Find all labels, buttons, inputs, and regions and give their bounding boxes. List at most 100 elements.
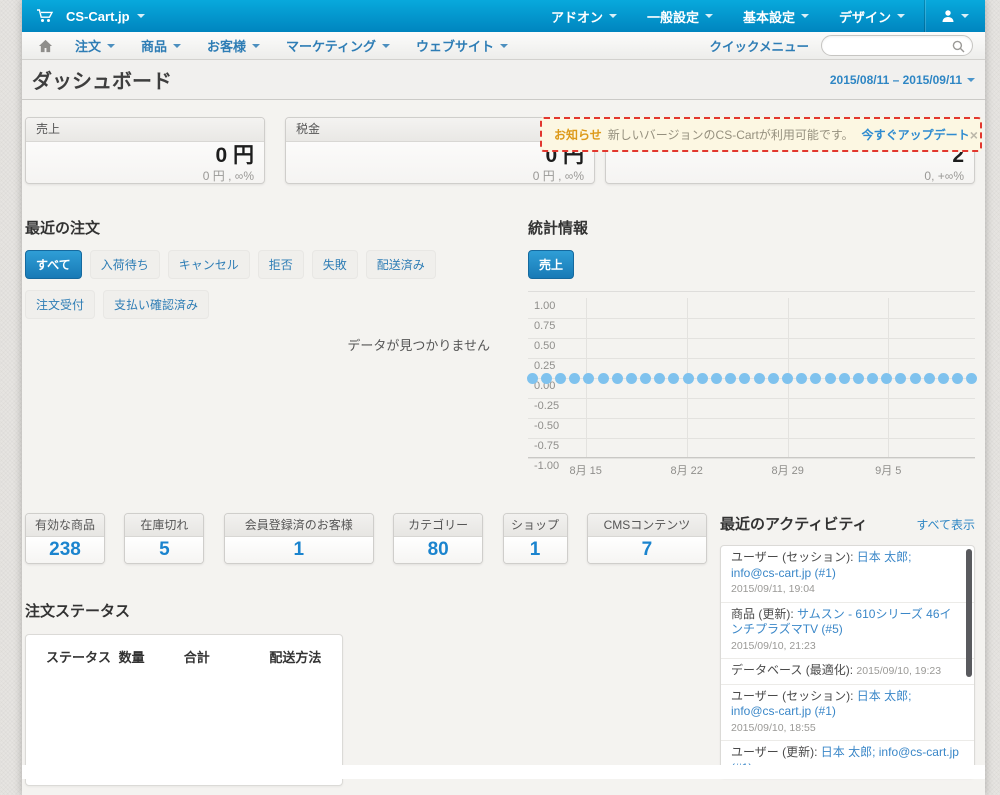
y-tick-label: 0.50 xyxy=(534,340,556,352)
filter-button[interactable]: 入荷待ち xyxy=(89,250,160,279)
x-tick-label: 8月 15 xyxy=(569,465,602,477)
user-icon xyxy=(942,10,954,22)
nav-item-label: お客様 xyxy=(207,39,247,54)
close-icon[interactable]: × xyxy=(970,127,978,143)
topbar-menu[interactable]: デザイン xyxy=(824,0,920,32)
data-point xyxy=(895,373,907,384)
topbar-menu-label: 一般設定 xyxy=(646,9,699,25)
notification-label: お知らせ xyxy=(554,128,602,142)
subnav-right: クイックメニュー xyxy=(709,35,973,56)
topbar-menus: アドオン 一般設定 基本設定 デザイン xyxy=(536,0,920,32)
nav-item-label: 注文 xyxy=(75,39,102,54)
order-filters: すべて 入荷待ち キャンセル 拒否 失敗 配送済み注文受付 支払い確認済み xyxy=(25,250,499,319)
data-point xyxy=(711,373,723,384)
recent-orders-title: 最近の注文 xyxy=(25,220,101,237)
counter-value[interactable]: 1 xyxy=(503,537,567,563)
gridline xyxy=(528,358,975,359)
nav-item[interactable]: 注文 xyxy=(62,32,128,60)
order-status-title: 注文ステータス xyxy=(25,603,131,620)
data-point xyxy=(668,373,680,384)
scrollbar-thumb[interactable] xyxy=(966,549,972,677)
counter-value[interactable]: 1 xyxy=(224,537,373,563)
data-point xyxy=(611,373,623,384)
caret-down-icon xyxy=(500,43,509,48)
gridline xyxy=(528,338,975,339)
counter-value[interactable]: 5 xyxy=(125,537,204,563)
chart-x-axis: 8月 15 8月 22 8月 29 9月 5 xyxy=(528,462,975,478)
nav-item[interactable]: ウェブサイト xyxy=(403,32,521,60)
store-switcher[interactable]: CS-Cart.jp xyxy=(66,9,145,24)
y-tick-label: 1.00 xyxy=(534,300,556,312)
nav-item-label: マーケティング xyxy=(286,39,377,54)
home-button[interactable] xyxy=(38,39,53,53)
caret-down-icon xyxy=(897,14,905,18)
counter-title: ショップ xyxy=(503,514,567,537)
filter-button[interactable]: 失敗 xyxy=(311,250,358,279)
data-point xyxy=(852,373,864,384)
cart-icon xyxy=(37,9,54,22)
dashboard-content: 売上 0 円 0 円 , ∞% 税金 0 円 0 円 , ∞% 2 0, +∞% xyxy=(22,100,985,786)
update-now-link[interactable]: 今すぐアップデート xyxy=(862,126,970,143)
data-point xyxy=(654,373,666,384)
data-point xyxy=(966,373,978,384)
nav-item-label: 商品 xyxy=(141,39,168,54)
gridline xyxy=(528,398,975,399)
counter-title: 会員登録済のお客様 xyxy=(224,514,373,537)
counter-title: CMSコンテンツ xyxy=(587,514,706,537)
filter-button[interactable]: 拒否 xyxy=(257,250,304,279)
topbar-menu[interactable]: アドオン xyxy=(536,0,632,32)
topbar-menu-label: アドオン xyxy=(550,9,603,25)
data-point xyxy=(881,373,893,384)
user-menu[interactable] xyxy=(925,0,985,32)
filter-button[interactable]: キャンセル xyxy=(167,250,250,279)
notification-message: 新しいバージョンのCS-Cartが利用可能です。 xyxy=(607,128,854,142)
quick-menu-link[interactable]: クイックメニュー xyxy=(709,36,809,55)
activity-item: 商品 (更新): サムスン - 610シリーズ 46インチプラズマTV (#5)… xyxy=(721,603,974,659)
filter-button[interactable]: 注文受付 xyxy=(25,290,96,319)
data-point xyxy=(796,373,808,384)
counters-row: 有効な商品 238 在庫切れ 5 会員登録済のお客様 1 カテゴリー 80 ショップ 1 CMSコン… xyxy=(25,513,707,564)
data-point xyxy=(767,373,779,384)
data-point xyxy=(781,373,793,384)
counter-title: 有効な商品 xyxy=(26,514,104,537)
search-icon[interactable] xyxy=(952,40,965,53)
nav-item[interactable]: 商品 xyxy=(128,32,194,60)
data-point xyxy=(824,373,836,384)
gridline xyxy=(528,418,975,419)
search-input[interactable] xyxy=(822,36,946,55)
summary-card-title: 売上 xyxy=(26,118,264,142)
summary-card-sub: 0 円 , ∞% xyxy=(202,169,254,183)
topbar-menu[interactable]: 基本設定 xyxy=(728,0,824,32)
view-all-link[interactable]: すべて表示 xyxy=(916,516,975,533)
divider xyxy=(528,291,975,292)
statistics-section: 統計情報 売上 1.00 0.75 0.50 0.25 0.00 -0.25 -0.50 -0… xyxy=(526,217,978,478)
order-status-section: 注文ステータス ステータス 数量 合計 配送方法 xyxy=(25,600,707,786)
table-column-header: 合計 xyxy=(183,650,210,665)
summary-cards-row: 売上 0 円 0 円 , ∞% 税金 0 円 0 円 , ∞% 2 0, +∞% xyxy=(22,100,985,184)
summary-card-sales: 売上 0 円 0 円 , ∞% xyxy=(25,117,265,184)
activity-date: 2015/09/10, 18:55 xyxy=(731,721,816,734)
x-tick-label: 9月 5 xyxy=(875,465,902,477)
topbar-menu[interactable]: 一般設定 xyxy=(632,0,728,32)
y-tick-label: 0.75 xyxy=(534,320,556,332)
statistics-title: 統計情報 xyxy=(528,220,589,237)
data-point xyxy=(640,373,652,384)
filter-button[interactable]: 支払い確認済み xyxy=(103,290,210,319)
activity-label: ユーザー (セッション): xyxy=(731,550,857,564)
page-header: ダッシュボード 2015/08/11 – 2015/09/11 xyxy=(22,60,985,100)
date-range-selector[interactable]: 2015/08/11 – 2015/09/11 xyxy=(830,73,975,87)
activity-list: ユーザー (セッション): 日本 太郎; info@cs-cart.jp (#1… xyxy=(720,545,975,778)
counter-title: 在庫切れ xyxy=(125,514,204,537)
tab-sales[interactable]: 売上 xyxy=(528,250,575,279)
activity-item: データベース (最適化): 2015/09/10, 19:23 xyxy=(721,659,974,685)
summary-card-sub: 0 円 , ∞% xyxy=(532,169,584,183)
nav-item[interactable]: マーケティング xyxy=(273,32,403,60)
caret-down-icon xyxy=(136,14,145,18)
filter-button[interactable]: すべて xyxy=(25,250,82,279)
counter-value[interactable]: 80 xyxy=(394,537,483,563)
counter-value[interactable]: 7 xyxy=(587,537,706,563)
filter-button[interactable]: 配送済み xyxy=(365,250,436,279)
nav-item[interactable]: お客様 xyxy=(194,32,273,60)
data-point xyxy=(554,373,566,384)
counter-value[interactable]: 238 xyxy=(26,537,104,563)
